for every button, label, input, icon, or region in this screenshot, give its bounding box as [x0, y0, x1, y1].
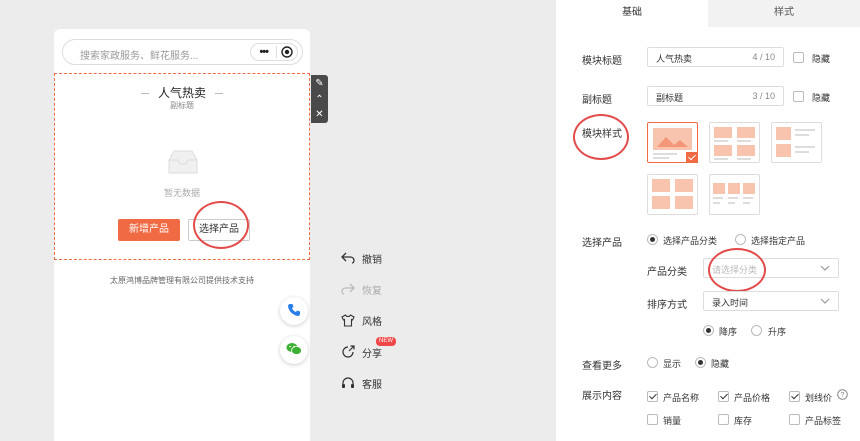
radio-asc[interactable] — [751, 325, 762, 336]
checkbox-stock-label: 库存 — [734, 416, 753, 426]
subtitle-input[interactable]: 副标题 3 / 10 — [647, 86, 784, 106]
radio-desc[interactable] — [703, 325, 714, 336]
checkbox-stock[interactable] — [718, 414, 729, 425]
checkbox-product-tag-label: 产品标签 — [805, 416, 842, 426]
redo-icon — [340, 281, 356, 297]
style-option-list[interactable] — [771, 122, 822, 163]
search-bar[interactable]: 搜索家政服务、鲜花服务... ••• — [62, 39, 303, 65]
style-option-grid-2[interactable] — [709, 122, 760, 163]
checkbox-sales[interactable] — [647, 414, 658, 425]
style-button[interactable]: 风格 — [340, 310, 382, 330]
radio-specific-product-label: 选择指定产品 — [751, 236, 806, 246]
empty-text: 暂无数据 — [163, 188, 200, 198]
checkbox-product-tag[interactable] — [789, 414, 800, 425]
subtitle-hide-label: 隐藏 — [812, 93, 831, 103]
subtitle-count: 3 / 10 — [752, 91, 775, 101]
style-option-large[interactable] — [647, 122, 698, 163]
tab-basic[interactable]: 基础 — [556, 0, 708, 27]
view-more-label: 查看更多 — [582, 361, 622, 372]
customer-service-button[interactable]: 客服 — [340, 373, 382, 393]
module-edit-toolbar: ✎ ⌃ ✕ — [311, 75, 328, 123]
sort-select[interactable]: 录入时间 — [703, 291, 839, 311]
share-button[interactable]: 分享 NEW — [340, 337, 396, 362]
module-title-hide-label: 隐藏 — [812, 54, 831, 64]
share-icon — [340, 344, 356, 360]
mini-program-capsule[interactable]: ••• — [250, 43, 298, 61]
module-title-count: 4 / 10 — [752, 52, 775, 62]
share-label: 分享 — [362, 348, 382, 360]
settings-tabs: 基础 样式 — [556, 0, 860, 27]
selected-check-icon — [686, 152, 698, 163]
undo-label: 撤销 — [362, 254, 382, 266]
chevron-down-icon — [820, 264, 830, 275]
module-subtitle: 副标题 — [170, 101, 194, 110]
style-option-grid-3[interactable] — [709, 174, 760, 215]
redo-label: 恢复 — [362, 285, 382, 297]
add-product-button[interactable]: 新增产品 — [118, 219, 180, 241]
subtitle-label: 副标题 — [582, 95, 612, 106]
tech-support-footer: 太原鸿博品牌管理有限公司提供技术支持 — [110, 276, 254, 285]
checkbox-sales-label: 销量 — [663, 416, 682, 426]
module-title: 人气热卖 — [55, 84, 309, 101]
customer-service-label: 客服 — [362, 379, 382, 391]
checkbox-strike-price[interactable] — [789, 391, 800, 402]
shirt-icon — [340, 312, 356, 328]
empty-box-icon — [165, 148, 201, 179]
wechat-icon — [286, 342, 302, 359]
close-target-icon[interactable] — [277, 46, 297, 58]
wechat-button[interactable] — [280, 336, 308, 364]
annotation-circle — [193, 201, 249, 249]
module-title-label: 模块标题 — [582, 56, 622, 67]
tab-style[interactable]: 样式 — [708, 0, 860, 27]
product-category-label: 产品分类 — [647, 267, 687, 278]
sort-value: 录入时间 — [712, 298, 749, 308]
subtitle-hide-checkbox[interactable] — [793, 91, 804, 102]
radio-asc-label: 升序 — [768, 327, 787, 337]
new-badge: NEW — [376, 337, 396, 346]
module-title-hide-checkbox[interactable] — [793, 52, 804, 63]
headset-icon — [340, 375, 356, 391]
style-option-grid-2-alt[interactable] — [647, 174, 698, 215]
search-placeholder: 搜索家政服务、鲜花服务... — [80, 51, 199, 62]
subtitle-value: 副标题 — [656, 93, 684, 103]
radio-show[interactable] — [647, 357, 658, 368]
sort-label: 排序方式 — [647, 300, 687, 311]
select-product-label: 选择产品 — [582, 238, 622, 249]
style-label: 风格 — [362, 316, 382, 328]
checkbox-product-price-label: 产品价格 — [734, 393, 771, 403]
module-title-input[interactable]: 人气热卖 4 / 10 — [647, 47, 784, 67]
chevron-down-icon — [820, 297, 830, 308]
edit-icon[interactable]: ✎ — [311, 78, 328, 90]
redo-button[interactable]: 恢复 — [340, 279, 382, 299]
move-up-icon[interactable]: ⌃ — [311, 94, 328, 106]
radio-hide[interactable] — [695, 357, 706, 368]
undo-icon — [340, 250, 356, 266]
phone-call-button[interactable] — [280, 297, 308, 325]
radio-specific-product[interactable] — [735, 234, 746, 245]
checkbox-product-name-label: 产品名称 — [663, 393, 700, 403]
radio-by-category-label: 选择产品分类 — [663, 236, 718, 246]
more-icon[interactable]: ••• — [251, 44, 276, 60]
checkbox-product-name[interactable] — [647, 391, 658, 402]
phone-icon — [287, 303, 301, 320]
phone-preview: 搜索家政服务、鲜花服务... ••• 人气热卖 副标题 暂无数据 新增产品 选择… — [54, 29, 310, 441]
radio-desc-label: 降序 — [719, 327, 738, 337]
radio-by-category[interactable] — [647, 234, 658, 245]
settings-panel: 基础 样式 模块标题 人气热卖 4 / 10 隐藏 副标题 副标题 3 / 10… — [556, 0, 860, 441]
radio-hide-label: 隐藏 — [711, 359, 730, 369]
checkbox-strike-price-label: 划线价 — [805, 393, 833, 403]
annotation-circle — [573, 114, 629, 160]
hot-products-module[interactable]: 人气热卖 副标题 暂无数据 新增产品 选择产品 — [54, 73, 310, 260]
undo-button[interactable]: 撤销 — [340, 248, 382, 268]
checkbox-product-price[interactable] — [718, 391, 729, 402]
display-content-label: 展示内容 — [582, 391, 622, 402]
help-icon[interactable]: ? — [837, 389, 848, 403]
annotation-circle — [708, 248, 766, 292]
radio-show-label: 显示 — [663, 359, 682, 369]
delete-icon[interactable]: ✕ — [311, 109, 328, 121]
module-title-value: 人气热卖 — [656, 54, 693, 64]
svg-text:?: ? — [841, 392, 845, 399]
